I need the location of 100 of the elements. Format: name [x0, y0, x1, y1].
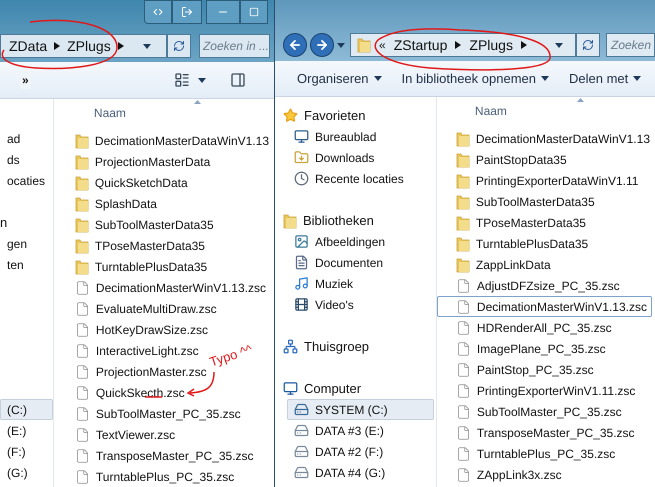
sidebar-item[interactable]: Recente locaties [287, 168, 434, 189]
file-row[interactable]: TPoseMasterData35 [54, 235, 210, 256]
breadcrumb-arrow-icon[interactable] [455, 41, 462, 50]
file-row[interactable]: TurntablePlusData35 [54, 256, 212, 277]
file-row[interactable]: DecimationMasterDataWinV1.13 [436, 128, 655, 149]
search-field[interactable]: Zoeken in ... [198, 34, 270, 58]
folder-icon [74, 174, 89, 190]
resize-button[interactable] [144, 0, 172, 24]
library-folder-icon [283, 212, 297, 228]
left-right-arrows-icon [152, 6, 164, 18]
file-row[interactable]: TurntablePlusData35 [436, 233, 594, 254]
file-row[interactable]: DecimationMasterWinV1.13.zsc [54, 277, 271, 298]
file-row[interactable]: SubToolMaster_PC_35.zsc [436, 401, 627, 422]
file-row[interactable]: TurntablePlus_PC_35.zsc [436, 443, 620, 464]
sidebar-item[interactable]: (F:) [0, 441, 53, 462]
file-row[interactable]: TextViewer.zsc [54, 424, 180, 445]
file-row[interactable]: SubToolMasterData35 [436, 191, 600, 212]
sidebar-item[interactable]: Muziek [287, 273, 434, 294]
sidebar-item[interactable]: (G:) [0, 462, 53, 483]
film-icon [294, 297, 309, 312]
file-row[interactable]: AdjustDFZsize_PC_35.zsc [436, 275, 625, 296]
refresh-button[interactable] [167, 34, 191, 58]
file-row[interactable]: PrintingExporterDataWinV1.11 [436, 170, 644, 191]
sidebar-item[interactable]: DATA #3 (E:) [287, 420, 434, 441]
file-row[interactable]: ImagePlane_PC_35.zsc [436, 338, 611, 359]
file-row[interactable]: ProjectionMasterData [54, 151, 216, 172]
file-row[interactable]: TPoseMasterData35 [436, 212, 591, 233]
file-icon [74, 322, 90, 338]
file-row[interactable]: SplashData [54, 193, 162, 214]
caret-icon [198, 78, 206, 82]
folder-icon [74, 154, 89, 170]
sidebar-item[interactable]: Documenten [287, 252, 434, 273]
sidebar-item[interactable]: (C:) [0, 399, 53, 420]
breadcrumb-arrow-icon[interactable] [118, 42, 124, 50]
column-header[interactable]: Naam [94, 104, 126, 122]
sidebar-header[interactable]: Thuisgroep [277, 336, 434, 357]
toolbar-button[interactable]: Delen met [568, 68, 642, 88]
file-row[interactable]: PaintStop_PC_35.zsc [436, 359, 599, 380]
toolbar-button[interactable]: In bibliotheek opnemen [402, 68, 549, 88]
file-row[interactable]: PrintingExporterWinV1.11.zsc [436, 380, 640, 401]
file-row[interactable]: InteractiveLight.zsc [54, 340, 204, 361]
file-icon [74, 364, 90, 380]
preview-pane-icon[interactable] [230, 72, 246, 88]
sidebar-header[interactable]: Computer [277, 378, 434, 399]
file-row[interactable]: HotKeyDrawSize.zsc [54, 319, 213, 340]
sidebar-item[interactable]: ad [0, 128, 53, 149]
file-row[interactable]: DecimationMasterDataWinV1.13 [54, 130, 274, 151]
sidebar-item[interactable]: gen [0, 233, 53, 254]
back-button[interactable] [283, 33, 307, 58]
column-header[interactable]: Naam [474, 102, 507, 120]
sidebar-item[interactable]: Downloads [287, 147, 434, 168]
file-row[interactable]: ZappLinkData [436, 254, 556, 275]
folder-icon [456, 256, 470, 272]
sidebar-item[interactable]: ocaties [0, 170, 53, 191]
file-icon [456, 278, 471, 294]
exit-icon [181, 6, 193, 18]
forward-button[interactable] [310, 33, 334, 58]
file-row[interactable]: HDRenderAll_PC_35.zsc [436, 317, 617, 338]
breadcrumb[interactable]: ZData [9, 36, 48, 56]
breadcrumb-arrow-icon[interactable] [520, 41, 527, 50]
file-row[interactable]: DecimationMasterWinV1.13.zsc [436, 296, 652, 317]
sidebar-item[interactable]: DATA #2 (F:) [287, 441, 434, 462]
sidebar-item[interactable]: Video's [287, 294, 434, 315]
sidebar-item[interactable]: ten [0, 254, 53, 275]
address-bar[interactable]: ZData ZPlugs [0, 34, 168, 58]
file-row[interactable]: PaintStopData35 [436, 149, 572, 170]
sidebar-item[interactable]: DATA #4 (G:) [287, 462, 434, 483]
sidebar-header[interactable]: Favorieten [277, 105, 434, 126]
refresh-button[interactable] [576, 33, 600, 58]
sidebar-item[interactable]: Bureaublad [287, 126, 434, 147]
toolbar-button[interactable]: Organiseren [297, 68, 382, 88]
breadcrumb-arrow-icon[interactable] [54, 42, 60, 50]
search-field[interactable]: Zoeken [606, 33, 655, 58]
sort-arrow-icon [576, 98, 584, 102]
file-row[interactable]: EvaluateMultiDraw.zsc [54, 298, 222, 319]
file-row[interactable]: TransposeMaster_PC_35.zsc [436, 422, 640, 443]
exit-button[interactable] [172, 0, 202, 24]
file-row[interactable]: ZAppLink3x.zsc [436, 464, 567, 485]
file-row[interactable]: SubToolMaster_PC_35.zsc [54, 403, 246, 424]
sidebar-header[interactable]: n [0, 212, 8, 232]
breadcrumb[interactable]: ZStartup [394, 34, 448, 56]
folder-icon [456, 194, 470, 210]
breadcrumb[interactable]: ZPlugs [469, 34, 513, 56]
file-row[interactable]: QuickSkecth.zsc [54, 382, 190, 403]
breadcrumb[interactable]: ZPlugs [67, 36, 111, 56]
file-row[interactable]: QuickSketchData [54, 172, 193, 193]
maximize-button[interactable] [240, 0, 268, 24]
file-row[interactable]: TurntablePlus_PC_35.zsc [54, 466, 240, 487]
caret-icon [143, 44, 152, 48]
sidebar-item[interactable]: Afbeeldingen [287, 231, 434, 252]
address-bar[interactable]: « ZStartup ZPlugs [350, 33, 576, 58]
sidebar-item[interactable]: (E:) [0, 420, 53, 441]
sidebar-header[interactable]: Bibliotheken [277, 210, 434, 231]
file-row[interactable]: SubToolMasterData35 [54, 214, 219, 235]
breadcrumb-overflow[interactable]: « [379, 36, 386, 54]
sidebar-item[interactable]: SYSTEM (C:) [287, 399, 434, 420]
folder-icon [456, 236, 470, 252]
file-row[interactable]: TransposeMaster_PC_35.zsc [54, 445, 259, 466]
view-icon[interactable] [174, 72, 190, 88]
sidebar-item[interactable]: ds [0, 149, 53, 170]
